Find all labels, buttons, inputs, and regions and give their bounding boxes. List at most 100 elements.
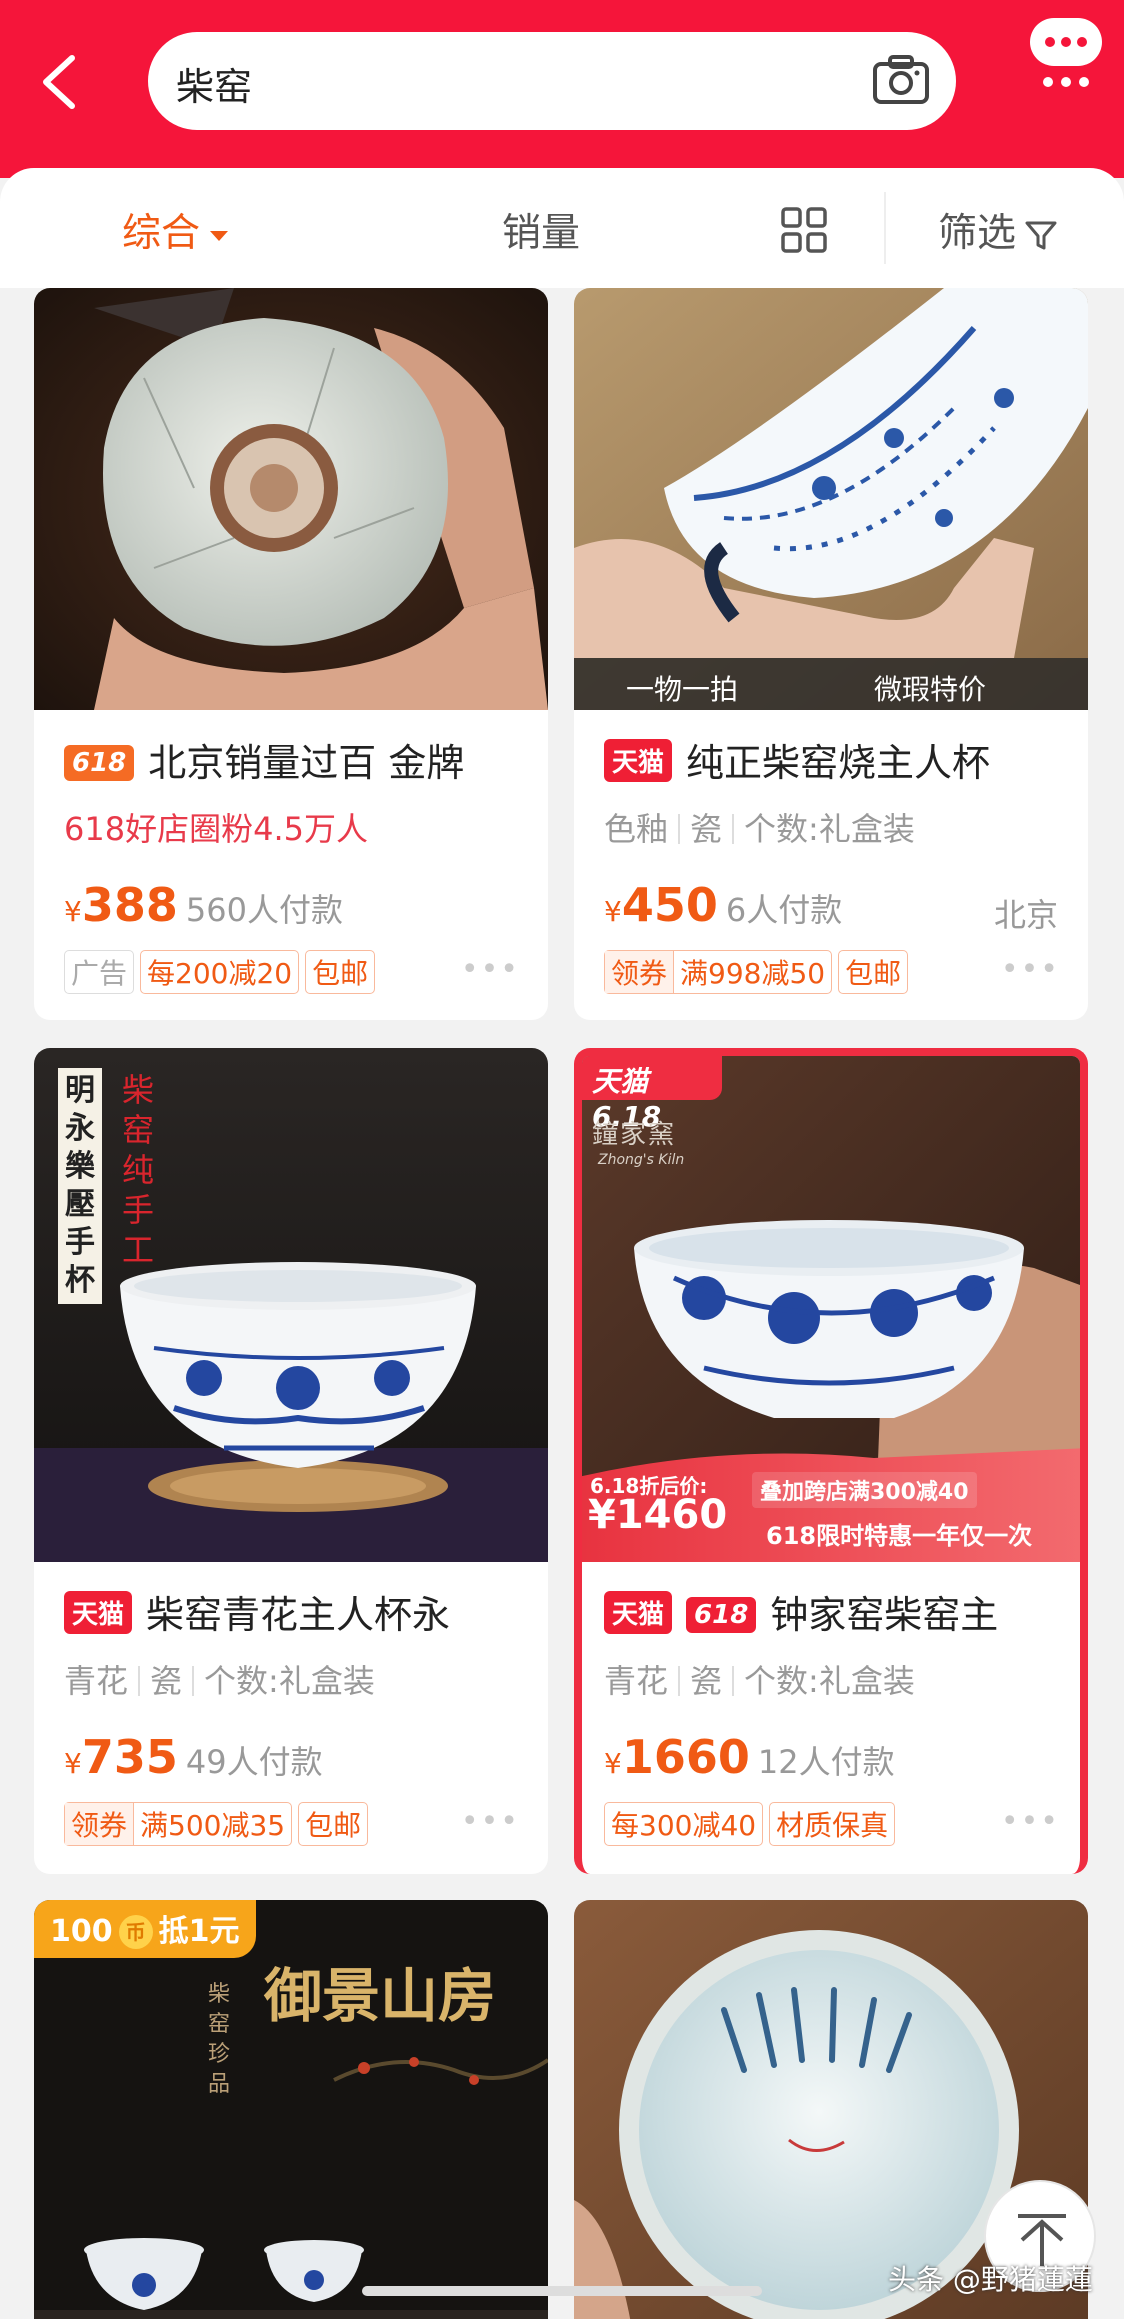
product-title: 纯正柴窑烧主人杯 [686,741,991,785]
image-vertical-text: 柴窑珍品 [208,1982,231,2097]
coupon-value: 满500减35 [140,1809,286,1842]
promo-chips: 领券 满998减50 包邮 [604,950,914,994]
sales-count: 49人付款 [185,1743,323,1781]
promo-text-1: 叠加跨店满300减40 [752,1472,977,1508]
product-title-row[interactable]: 天猫 柴窑青花主人杯永 [64,1584,450,1639]
badge-618: 618 [64,745,135,781]
currency-symbol: ¥ [604,895,622,928]
coin-deduction-badge: 100 币抵1元 [34,1900,256,1958]
shop-location: 北京 [993,896,1058,934]
promo-chips: 领券 满500减35 包邮 [64,1802,374,1846]
attr-quantity: 个数:礼盒装 [744,1662,915,1700]
discount-chip: 每200减20 [140,950,300,994]
attr-material: 瓷 [150,1662,183,1700]
back-icon[interactable] [38,52,82,112]
product-attributes: 青花瓷个数:礼盒装 [64,1656,375,1702]
coupon-chip[interactable]: 领券 满500减35 [64,1802,293,1846]
currency-symbol: ¥ [604,1747,622,1780]
caret-down-icon [210,230,229,241]
price: 388 [81,878,178,932]
discount-chip: 每300减40 [604,1802,764,1846]
product-image[interactable] [574,288,1088,710]
product-title: 钟家窑柴窑主 [770,1593,999,1637]
sort-comprehensive-tab[interactable]: 综合 [122,202,229,258]
product-title: 柴窑青花主人杯永 [146,1593,451,1637]
sort-sales-tab[interactable]: 销量 [502,202,580,258]
brand-logo-text: 鐘家窯 [592,1120,677,1150]
free-shipping-chip: 包邮 [305,950,376,994]
free-shipping-chip: 包邮 [838,950,909,994]
image-vertical-text: 明永樂壓手杯 [65,1073,95,1298]
attr-material: 瓷 [690,810,723,848]
search-query[interactable]: 柴窑 [176,56,252,111]
product-card[interactable]: 618 北京销量过百 金牌 618好店圈粉4.5万人 ¥388 560人付款 广告每… [34,288,548,1020]
promo-text-2: 618限时特惠一年仅一次 [766,1522,1033,1550]
currency-symbol: ¥ [64,1747,82,1780]
message-more-icon[interactable] [1028,14,1104,90]
filter-label: 筛选 [938,211,1017,256]
coupon-value: 满998减50 [680,957,826,990]
sales-count: 12人付款 [757,1743,895,1781]
caption-left: 一物一拍 [626,673,739,706]
filter-button[interactable]: 筛选 [938,202,1058,258]
image-vertical-red-text: 柴窑纯手工 [121,1071,154,1269]
price: 450 [621,878,718,932]
sort-label: 综合 [122,211,201,256]
price: 735 [81,1730,178,1784]
attr-material: 瓷 [690,1662,723,1700]
tmall-badge: 天猫 [64,1591,133,1634]
product-attributes: 青花瓷个数:礼盒装 [604,1656,915,1702]
product-title-row[interactable]: 618 北京销量过百 金牌 [64,732,464,787]
attr-glaze: 色釉 [604,810,669,848]
product-image[interactable] [34,288,548,710]
product-image[interactable] [34,1048,548,1562]
tmall-618-badge: 天猫6.18 [582,1056,722,1133]
product-card[interactable]: 明永樂壓手杯 柴窑纯手工 天猫 柴窑青花主人杯永 青花瓷个数:礼盒装 ¥735 49… [34,1048,548,1874]
brand-logo-en: Zhong's Kiln [598,1152,685,1168]
price-row: ¥388 560人付款 [64,878,343,932]
funnel-icon [1025,221,1057,249]
home-indicator [362,2286,762,2296]
sales-count: 560人付款 [185,891,343,929]
promo-chips: 每300减40 材质保真 [604,1802,901,1846]
attr-style: 青花 [64,1662,129,1700]
camera-icon[interactable] [872,54,930,106]
tmall-badge: 天猫 [604,1591,673,1634]
product-card[interactable]: 一物一拍 微瑕特价 天猫 纯正柴窑烧主人杯 色釉瓷个数:礼盒装 ¥450 6人付款 北… [574,288,1088,1020]
ad-chip: 广告 [64,950,135,994]
grid-view-icon[interactable] [780,206,828,254]
search-bar[interactable]: 柴窑 [148,32,956,130]
more-options-icon[interactable]: ••• [461,1804,520,1839]
authentic-chip: 材质保真 [769,1802,896,1846]
more-options-icon[interactable]: ••• [461,952,520,987]
price: 1660 [621,1730,750,1784]
shop-fans: 618好店圈粉4.5万人 [64,810,368,848]
more-options-icon[interactable]: ••• [1001,1804,1060,1839]
price-row: ¥1660 12人付款 [604,1730,895,1784]
coupon-label: 领券 [605,951,675,993]
price-row: ¥450 6人付款 [604,878,842,932]
product-title: 北京销量过百 金牌 [148,741,465,785]
product-card[interactable]: 天猫6.18 鐘家窯 Zhong's Kiln 6.18折后价: ¥1460 叠… [574,1048,1088,1874]
product-title-row[interactable]: 天猫 纯正柴窑烧主人杯 [604,732,990,787]
caption-right: 微瑕特价 [874,673,987,706]
coin-value: 抵1元 [158,1914,240,1949]
watermark: 头条 @野猪蓮蓮 [888,2263,1093,2296]
currency-symbol: ¥ [64,895,82,928]
coupon-chip[interactable]: 领券 满998减50 [604,950,833,994]
price-row: ¥735 49人付款 [64,1730,323,1784]
attr-style: 青花 [604,1662,669,1700]
promo-price: ¥1460 [588,1492,728,1538]
coupon-label: 领券 [65,1803,135,1845]
brand-calligraphy: 御景山房 [264,1962,497,2030]
attr-quantity: 个数:礼盒装 [204,1662,375,1700]
product-title-row[interactable]: 天猫 618 钟家窑柴窑主 [604,1584,998,1639]
product-attributes: 色釉瓷个数:礼盒装 [604,804,915,850]
tmall-badge: 天猫 [604,739,673,782]
more-options-icon[interactable]: ••• [1001,952,1060,987]
badge-618: 618 [686,1597,757,1633]
coin-icon: 币 [118,1915,153,1949]
top-bar: 柴窑 [0,0,1124,178]
image-caption-bar: 一物一拍 微瑕特价 [574,658,1088,710]
product-card[interactable]: 100 币抵1元 御景山房 柴窑珍品 [34,1900,548,2319]
